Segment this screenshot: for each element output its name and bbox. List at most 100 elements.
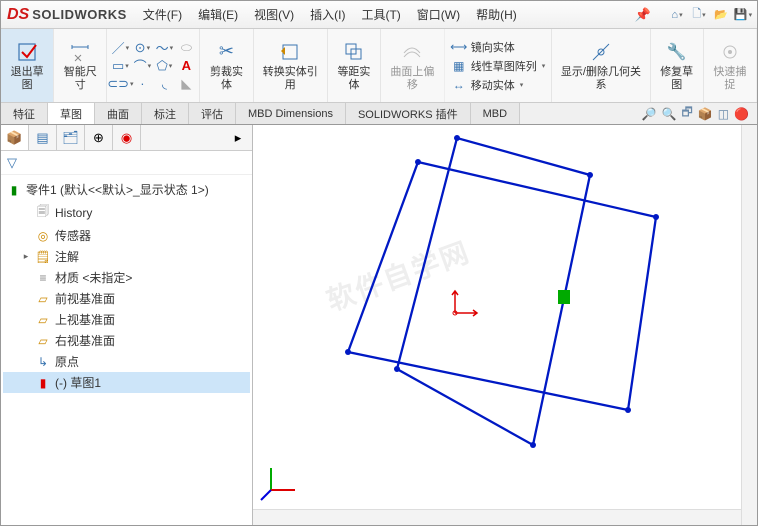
appearance-icon[interactable]: 🔴 xyxy=(734,107,749,121)
tree-history[interactable]: 🗐History xyxy=(3,200,250,225)
pin-icon[interactable]: 📌 xyxy=(635,7,651,23)
view-triad-icon xyxy=(259,458,303,505)
arc-tool-icon[interactable]: ⌒▾ xyxy=(133,58,151,74)
logo-swoosh-icon: DS xyxy=(7,6,29,24)
sketch-icon: ▮ xyxy=(35,376,51,390)
repair-button[interactable]: 🔧 修复草图 xyxy=(651,29,704,102)
offset-button[interactable]: 等距实体 xyxy=(328,29,381,102)
tree-top-plane[interactable]: ▱上视基准面 xyxy=(3,309,250,330)
property-tab[interactable]: ▤ xyxy=(29,125,57,150)
menubar: DS SOLIDWORKS 文件(F) 编辑(E) 视图(V) 插入(I) 工具… xyxy=(1,1,757,29)
section-view-icon[interactable]: 🗗 xyxy=(681,103,692,124)
tab-surfaces[interactable]: 曲面 xyxy=(95,103,142,124)
plane-icon: ▱ xyxy=(35,292,51,306)
circle-tool-icon[interactable]: ⊙▾ xyxy=(133,40,151,56)
smart-dimension-button[interactable]: 智能尺寸 xyxy=(54,29,107,102)
tab-features[interactable]: 特征 xyxy=(1,103,48,124)
menubar-right: 📌 ⌂▾ 🗋▾ 📂 💾▾ xyxy=(635,7,751,23)
menu-file[interactable]: 文件(F) xyxy=(137,3,188,26)
exit-sketch-icon xyxy=(15,40,39,64)
tab-mbd-dim[interactable]: MBD Dimensions xyxy=(236,103,346,124)
mirror-icon: ⟷ xyxy=(451,40,467,54)
quick-snap-button[interactable]: 快速捕捉 xyxy=(704,29,757,102)
menu-window[interactable]: 窗口(W) xyxy=(411,3,466,26)
tree-sketch1[interactable]: ▮(-) 草图1 xyxy=(3,372,250,393)
material-icon: ≡ xyxy=(35,271,51,285)
view-orient-icon[interactable]: ◫ xyxy=(718,107,729,121)
sketch-geometry xyxy=(253,125,753,525)
slot-tool-icon[interactable]: ⊂⊃▾ xyxy=(111,76,129,92)
smart-dim-icon xyxy=(68,40,92,64)
move-button[interactable]: ↔移动实体▾ xyxy=(451,77,546,93)
zoom-fit-icon[interactable]: 🔎 xyxy=(642,107,657,121)
line-tool-icon[interactable]: ／▾ xyxy=(111,40,129,56)
menu-view[interactable]: 视图(V) xyxy=(248,3,300,26)
menu-insert[interactable]: 插入(I) xyxy=(304,3,351,26)
convert-button[interactable]: 转换实体引用 xyxy=(254,29,328,102)
tree-right-plane[interactable]: ▱右视基准面 xyxy=(3,330,250,351)
tree-front-plane[interactable]: ▱前视基准面 xyxy=(3,288,250,309)
menu-help[interactable]: 帮助(H) xyxy=(470,3,523,26)
tree-sensor[interactable]: ◎传感器 xyxy=(3,225,250,246)
scrollbar-horizontal[interactable] xyxy=(253,509,741,525)
dimxpert-tab[interactable]: ⊕ xyxy=(85,125,113,150)
spline-tool-icon[interactable]: 〜▾ xyxy=(155,40,173,56)
tree-root[interactable]: ▮ 零件1 (默认<<默认>_显示状态 1>) xyxy=(3,179,250,200)
text-tool-icon[interactable]: A xyxy=(177,58,195,74)
funnel-icon[interactable]: ▽ xyxy=(7,155,17,171)
display-style-icon[interactable]: 📦 xyxy=(698,107,713,121)
convert-icon xyxy=(278,40,302,64)
relations-button[interactable]: 显示/删除几何关系 xyxy=(552,29,650,102)
menu-tools[interactable]: 工具(T) xyxy=(355,3,406,26)
repair-icon: 🔧 xyxy=(665,40,689,64)
history-icon: 🗐 xyxy=(35,202,51,223)
display-tab[interactable]: ◉ xyxy=(113,125,141,150)
relations-icon xyxy=(589,40,613,64)
fillet-tool-icon[interactable]: ◟ xyxy=(155,76,173,92)
pattern-icon: ▦ xyxy=(451,59,467,73)
trim-button[interactable]: ✂ 剪裁实体 xyxy=(200,29,253,102)
sketch-entities-group: ／▾ ⊙▾ 〜▾ ⬭ ▭▾ ⌒▾ ⬠▾ A ⊂⊃▾ · ◟ ◣ xyxy=(107,29,200,102)
tree-material[interactable]: ≡材质 <未指定> xyxy=(3,267,250,288)
ribbon: 退出草图 智能尺寸 ／▾ ⊙▾ 〜▾ ⬭ ▭▾ ⌒▾ ⬠▾ A ⊂⊃▾ · ◟ … xyxy=(1,29,757,103)
plane-icon: ▱ xyxy=(35,313,51,327)
pattern-group: ⟷镜向实体 ▦线性草图阵列▾ ↔移动实体▾ xyxy=(445,29,553,102)
panel-expand-arrow[interactable]: ▸ xyxy=(224,125,252,150)
panel-tabs: 📦 ▤ 🗂 ⊕ ◉ ▸ xyxy=(1,125,252,151)
ellipse-tool-icon[interactable]: ⬭ xyxy=(177,40,195,56)
tab-annotate[interactable]: 标注 xyxy=(142,103,189,124)
workspace: 📦 ▤ 🗂 ⊕ ◉ ▸ ▽ ▮ 零件1 (默认<<默认>_显示状态 1>) 🗐H… xyxy=(1,125,757,525)
config-tab[interactable]: 🗂 xyxy=(57,125,85,150)
feature-manager-panel: 📦 ▤ 🗂 ⊕ ◉ ▸ ▽ ▮ 零件1 (默认<<默认>_显示状态 1>) 🗐H… xyxy=(1,125,253,525)
viewport[interactable]: 软件自学网 xyxy=(253,125,757,525)
save-icon[interactable]: 💾▾ xyxy=(735,7,751,23)
view-tools: 🔎 🔍 🗗 📦 ◫ 🔴 xyxy=(642,103,757,124)
open-icon[interactable]: 📂 xyxy=(713,7,729,23)
mirror-button[interactable]: ⟷镜向实体 xyxy=(451,39,546,55)
linear-pattern-button[interactable]: ▦线性草图阵列▾ xyxy=(451,58,546,74)
home-icon[interactable]: ⌂▾ xyxy=(669,7,685,23)
point-tool-icon[interactable]: · xyxy=(133,76,151,92)
exit-sketch-button[interactable]: 退出草图 xyxy=(1,29,54,102)
tree-origin[interactable]: ↳原点 xyxy=(3,351,250,372)
snap-icon xyxy=(718,40,742,64)
feature-tree-tab[interactable]: 📦 xyxy=(1,125,29,150)
tab-mbd[interactable]: MBD xyxy=(471,103,520,124)
annotation-icon: 🗒 xyxy=(35,250,51,264)
new-doc-icon[interactable]: 🗋▾ xyxy=(691,7,707,23)
tab-sketch[interactable]: 草图 xyxy=(48,103,95,124)
tree-annotations[interactable]: ▸🗒注解 xyxy=(3,246,250,267)
trim-icon: ✂ xyxy=(214,40,238,64)
menu-edit[interactable]: 编辑(E) xyxy=(192,3,244,26)
zoom-area-icon[interactable]: 🔍 xyxy=(662,107,677,121)
tab-addins[interactable]: SOLIDWORKS 插件 xyxy=(346,103,471,124)
scrollbar-vertical[interactable] xyxy=(741,125,757,525)
polygon-tool-icon[interactable]: ⬠▾ xyxy=(155,58,173,74)
rect-tool-icon[interactable]: ▭▾ xyxy=(111,58,129,74)
chamfer-tool-icon[interactable]: ◣ xyxy=(177,76,195,92)
offset-surface-icon xyxy=(400,40,424,64)
offset-surface-button[interactable]: 曲面上偏移 xyxy=(381,29,445,102)
tab-evaluate[interactable]: 评估 xyxy=(189,103,236,124)
logo-text: SOLIDWORKS xyxy=(32,7,127,22)
app-logo: DS SOLIDWORKS xyxy=(7,6,127,24)
